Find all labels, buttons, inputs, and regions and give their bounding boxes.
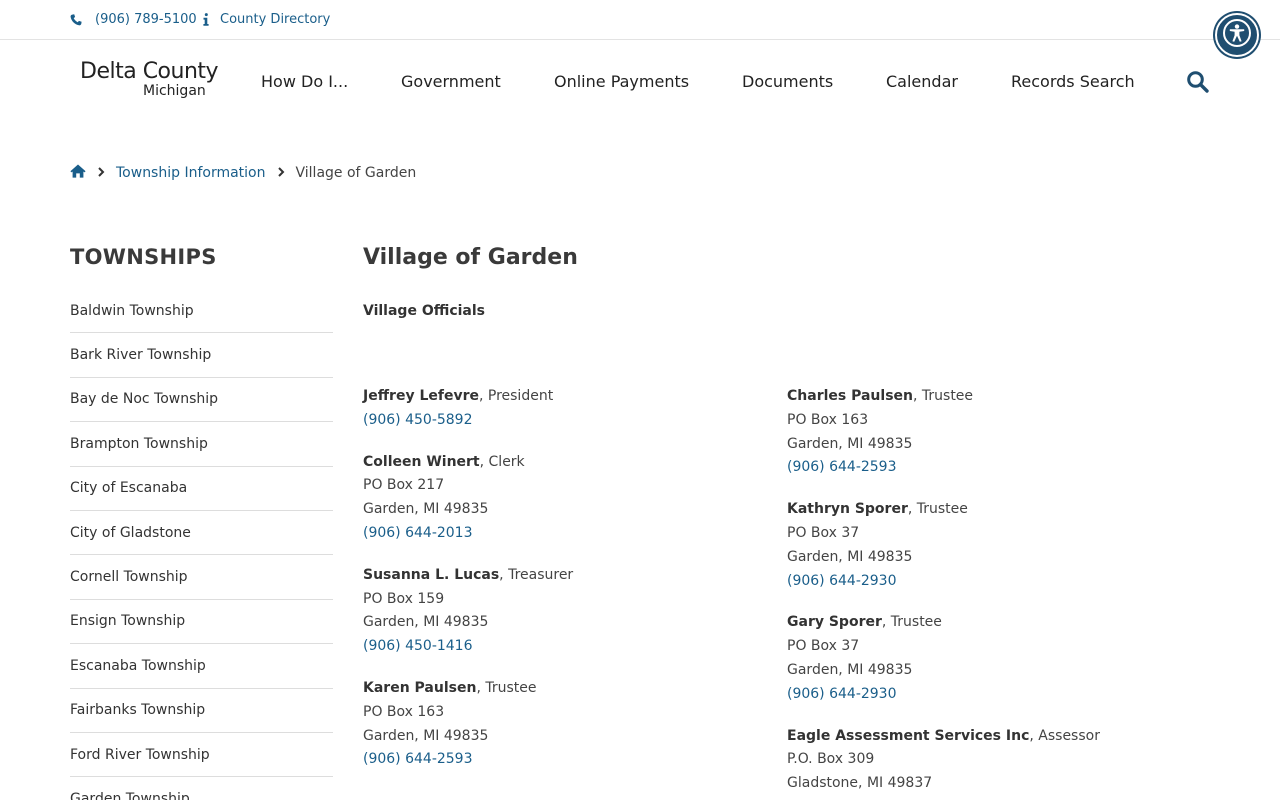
official-role: , Trustee <box>476 679 537 696</box>
official-entry: Charles Paulsen, Trustee PO Box 163 Garden… <box>787 385 1187 480</box>
nav-online-payments[interactable]: Online Payments <box>554 72 689 91</box>
official-name: Jeffrey Lefevre <box>363 388 479 404</box>
search-button[interactable] <box>1186 70 1210 94</box>
official-phone-link[interactable]: (906) 644-2593 <box>363 748 763 772</box>
sidebar-item-cornell-township[interactable]: Cornell Township <box>70 555 333 600</box>
official-role: , Treasurer <box>499 566 574 583</box>
official-entry: Kathryn Sporer, Trustee PO Box 37 Garden, … <box>787 498 1187 593</box>
accessibility-button[interactable] <box>1215 13 1259 57</box>
official-po-box: PO Box 163 <box>787 411 869 428</box>
sidebar-item-city-of-gladstone[interactable]: City of Gladstone <box>70 511 333 556</box>
official-city: Gladstone, MI 49837 <box>787 775 933 792</box>
home-icon[interactable] <box>70 164 86 182</box>
official-name: Colleen Winert <box>363 453 480 470</box>
official-heading: Gary Sporer, Trustee <box>787 611 1187 635</box>
official-name: Kathryn Sporer <box>787 501 908 518</box>
official-city: Garden, MI 49835 <box>363 614 489 631</box>
official-city: Garden, MI 49835 <box>787 548 913 565</box>
townships-list: Baldwin Township Bark River Township Bay… <box>70 289 333 800</box>
official-entry: Eagle Assessment Services Inc, Assessor P… <box>787 725 1187 796</box>
official-entry: Colleen Winert, Clerk PO Box 217 Garden, M… <box>363 451 763 546</box>
accessibility-icon <box>1222 18 1252 52</box>
county-directory-text: County Directory <box>220 12 331 27</box>
officials-column-left: Jeffrey Lefevre, President (906) 450-5892… <box>363 385 763 790</box>
official-name: Susanna L. Lucas <box>363 566 500 583</box>
nav-government[interactable]: Government <box>401 72 501 91</box>
official-po-box: PO Box 217 <box>363 477 445 494</box>
official-city: Garden, MI 49835 <box>363 727 489 744</box>
townships-sidebar: TOWNSHIPS Baldwin Township Bark River To… <box>70 245 333 800</box>
official-city: Garden, MI 49835 <box>787 435 913 452</box>
sidebar-item-garden-township[interactable]: Garden Township <box>70 777 333 800</box>
official-role: , Trustee <box>881 614 942 631</box>
official-phone-link[interactable]: (906) 450-5892 <box>363 409 763 433</box>
official-heading: Eagle Assessment Services Inc, Assessor <box>787 725 1187 749</box>
breadcrumb: Township Information Village of Garden <box>70 164 416 182</box>
nav-calendar[interactable]: Calendar <box>886 72 958 91</box>
sidebar-item-city-of-escanaba[interactable]: City of Escanaba <box>70 467 333 511</box>
section-title: Village Officials <box>363 303 486 319</box>
info-icon <box>203 13 209 26</box>
official-heading: Colleen Winert, Clerk <box>363 451 763 475</box>
official-heading: Charles Paulsen, Trustee <box>787 385 1187 409</box>
official-phone-link[interactable]: (906) 644-2013 <box>363 522 763 546</box>
official-entry: Karen Paulsen, Trustee PO Box 163 Garden, … <box>363 677 763 772</box>
sidebar-item-bay-de-noc-township[interactable]: Bay de Noc Township <box>70 378 333 423</box>
chevron-right-icon <box>277 165 285 181</box>
official-heading: Susanna L. Lucas, Treasurer <box>363 564 763 588</box>
official-role: , President <box>478 388 554 404</box>
official-heading: Karen Paulsen, Trustee <box>363 677 763 701</box>
official-heading: Jeffrey Lefevre, President <box>363 385 763 409</box>
page-title: Village of Garden <box>363 245 578 270</box>
main-content: Village of Garden Village Officials Jeff… <box>363 245 1223 791</box>
official-role: , Clerk <box>479 453 525 470</box>
sidebar-item-baldwin-township[interactable]: Baldwin Township <box>70 289 333 334</box>
phone-icon <box>70 13 82 26</box>
official-phone-link[interactable]: (906) 450-1416 <box>363 635 763 659</box>
official-name: Eagle Assessment Services Inc <box>787 727 1030 744</box>
phone-link[interactable]: (906) 789-5100 <box>70 12 197 27</box>
official-phone-link[interactable]: (906) 644-2930 <box>787 570 1187 594</box>
official-heading: Kathryn Sporer, Trustee <box>787 498 1187 522</box>
sidebar-item-fairbanks-township[interactable]: Fairbanks Township <box>70 689 333 733</box>
official-po-box: P.O. Box 309 <box>787 751 875 768</box>
breadcrumb-current: Village of Garden <box>295 165 417 181</box>
official-phone-link[interactable]: (906) 644-2593 <box>787 456 1187 480</box>
official-entry: Jeffrey Lefevre, President (906) 450-5892 <box>363 385 763 433</box>
sidebar-item-brampton-township[interactable]: Brampton Township <box>70 422 333 467</box>
sidebar-item-bark-river-township[interactable]: Bark River Township <box>70 333 333 378</box>
county-directory-link[interactable]: County Directory <box>203 12 330 27</box>
official-name: Karen Paulsen <box>363 679 477 696</box>
sidebar-item-ford-river-township[interactable]: Ford River Township <box>70 733 333 778</box>
sidebar-title: TOWNSHIPS <box>70 245 217 269</box>
logo-line-1: Delta County <box>80 59 219 84</box>
chevron-right-icon <box>98 165 105 181</box>
official-role: , Trustee <box>907 501 968 518</box>
logo-line-2: Michigan <box>143 83 206 99</box>
official-city: Garden, MI 49835 <box>787 661 913 678</box>
official-phone-link[interactable]: (906) 644-2930 <box>787 683 1187 707</box>
official-po-box: PO Box 37 <box>787 524 860 541</box>
breadcrumb-township-information[interactable]: Township Information <box>116 165 266 181</box>
nav-records-search[interactable]: Records Search <box>1011 72 1135 91</box>
official-role: , Trustee <box>913 388 974 404</box>
nav-how-do-i[interactable]: How Do I... <box>261 72 348 91</box>
official-po-box: PO Box 163 <box>363 703 445 720</box>
site-logo[interactable]: Delta County Michigan <box>80 59 220 103</box>
nav-documents[interactable]: Documents <box>742 72 833 91</box>
official-name: Charles Paulsen <box>787 388 913 404</box>
official-entry: Susanna L. Lucas, Treasurer PO Box 159 Gar… <box>363 564 763 659</box>
official-role: , Assessor <box>1029 727 1100 744</box>
sidebar-item-ensign-township[interactable]: Ensign Township <box>70 600 333 645</box>
official-po-box: PO Box 37 <box>787 638 860 655</box>
phone-text: (906) 789-5100 <box>95 12 197 27</box>
official-po-box: PO Box 159 <box>363 590 445 607</box>
official-entry: Gary Sporer, Trustee PO Box 37 Garden, MI … <box>787 611 1187 706</box>
official-city: Garden, MI 49835 <box>363 501 489 518</box>
official-name: Gary Sporer <box>787 614 882 631</box>
search-icon <box>1186 71 1210 98</box>
sidebar-item-escanaba-township[interactable]: Escanaba Township <box>70 644 333 689</box>
utility-bar: (906) 789-5100 County Directory <box>0 0 1280 40</box>
officials-column-right: Charles Paulsen, Trustee PO Box 163 Garden… <box>787 385 1187 800</box>
